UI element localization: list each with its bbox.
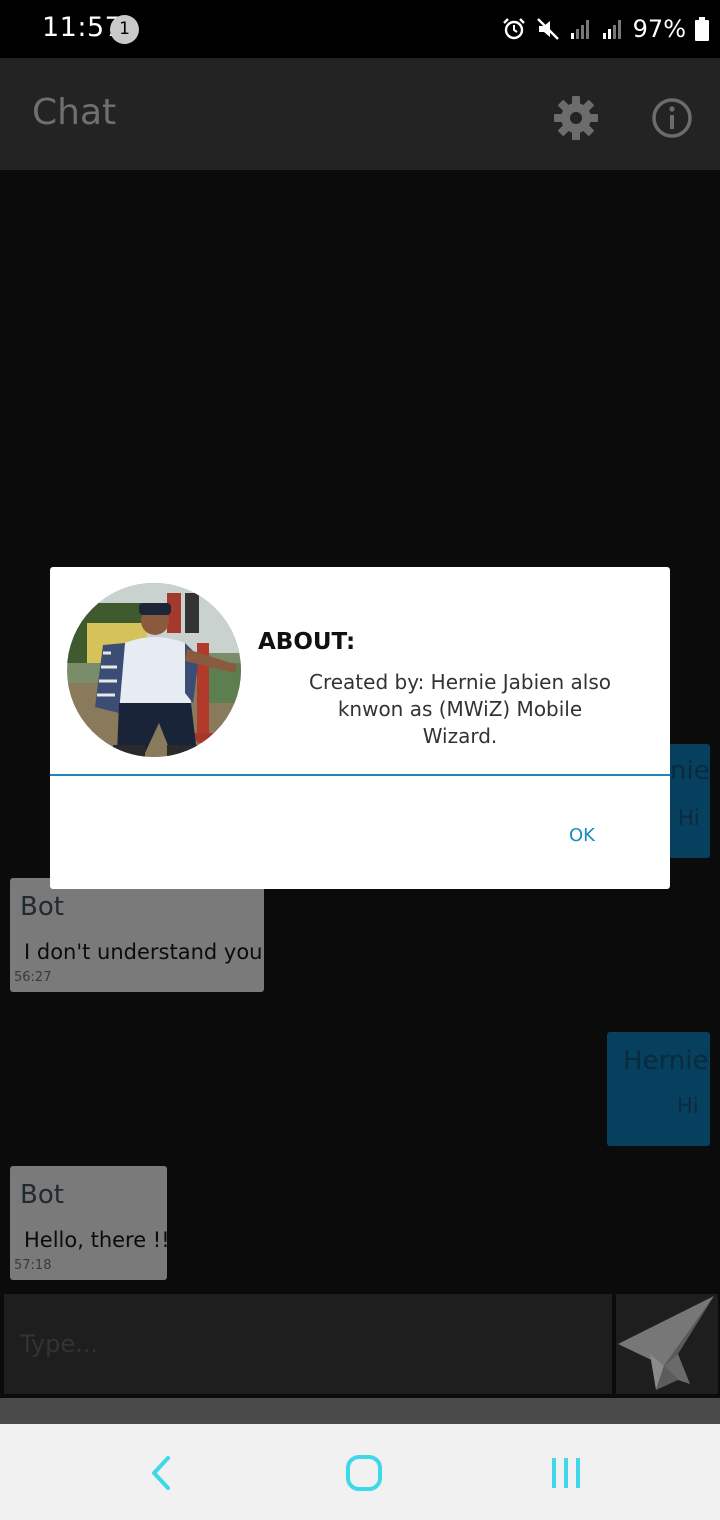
back-icon: [152, 1456, 170, 1490]
send-button[interactable]: [616, 1294, 718, 1394]
recents-icon: [552, 1458, 580, 1488]
chat-bubble-bot: Bot I don't understand you ! 56:27: [10, 878, 278, 992]
message-text: Hi: [677, 1094, 699, 1118]
message-input-row: [0, 1290, 720, 1398]
status-icons: 97%: [501, 10, 710, 48]
chat-bubble-user: Hernie Hi: [607, 1032, 710, 1146]
paper-plane-icon: [618, 1296, 714, 1390]
dialog-divider: [50, 774, 670, 776]
recents-button[interactable]: [543, 1450, 589, 1496]
message-sender: Hernie: [623, 1046, 709, 1076]
signal-icon: [570, 20, 589, 39]
settings-button[interactable]: [552, 94, 600, 142]
signal-icon-2: [602, 20, 621, 39]
avatar: [67, 583, 241, 757]
home-icon: [346, 1455, 382, 1491]
ok-button[interactable]: OK: [550, 817, 614, 853]
gear-icon: [554, 96, 598, 140]
message-time: 56:27: [14, 970, 52, 985]
alarm-icon: [502, 18, 525, 40]
message-time: 57:18: [14, 1258, 52, 1273]
message-sender: Bot: [20, 1180, 64, 1210]
home-button[interactable]: [341, 1450, 387, 1496]
battery-percent: 97%: [632, 15, 686, 43]
navigation-bar: [0, 1424, 720, 1520]
chat-bubble-user-partial: nie Hi: [668, 744, 710, 858]
dialog-body: Created by: Hernie Jabien also knwon as …: [308, 670, 611, 748]
info-button[interactable]: [648, 94, 696, 142]
page-title: Chat: [32, 92, 117, 133]
status-bar: 11:57 1 97%: [0, 0, 720, 58]
message-input[interactable]: [4, 1294, 612, 1394]
about-dialog: ABOUT: Created by: Hernie Jabien also kn…: [50, 567, 670, 889]
keyboard-strip: [0, 1398, 720, 1424]
chat-bubble-bot: Bot Hello, there !! 57:18: [10, 1166, 170, 1280]
message-sender: nie: [670, 756, 710, 786]
app-bar: Chat: [0, 58, 720, 170]
profile-photo: [67, 583, 241, 757]
message-text: Hello, there !!: [24, 1228, 170, 1252]
info-icon: [652, 98, 692, 138]
notification-badge: 1: [110, 15, 139, 44]
mute-icon: [536, 18, 559, 40]
dialog-title: ABOUT:: [258, 629, 356, 655]
back-button[interactable]: [140, 1450, 186, 1496]
message-sender: Bot: [20, 892, 64, 922]
message-text: Hi: [678, 806, 700, 830]
battery-icon: [695, 17, 709, 41]
message-text: I don't understand you !: [24, 940, 278, 964]
